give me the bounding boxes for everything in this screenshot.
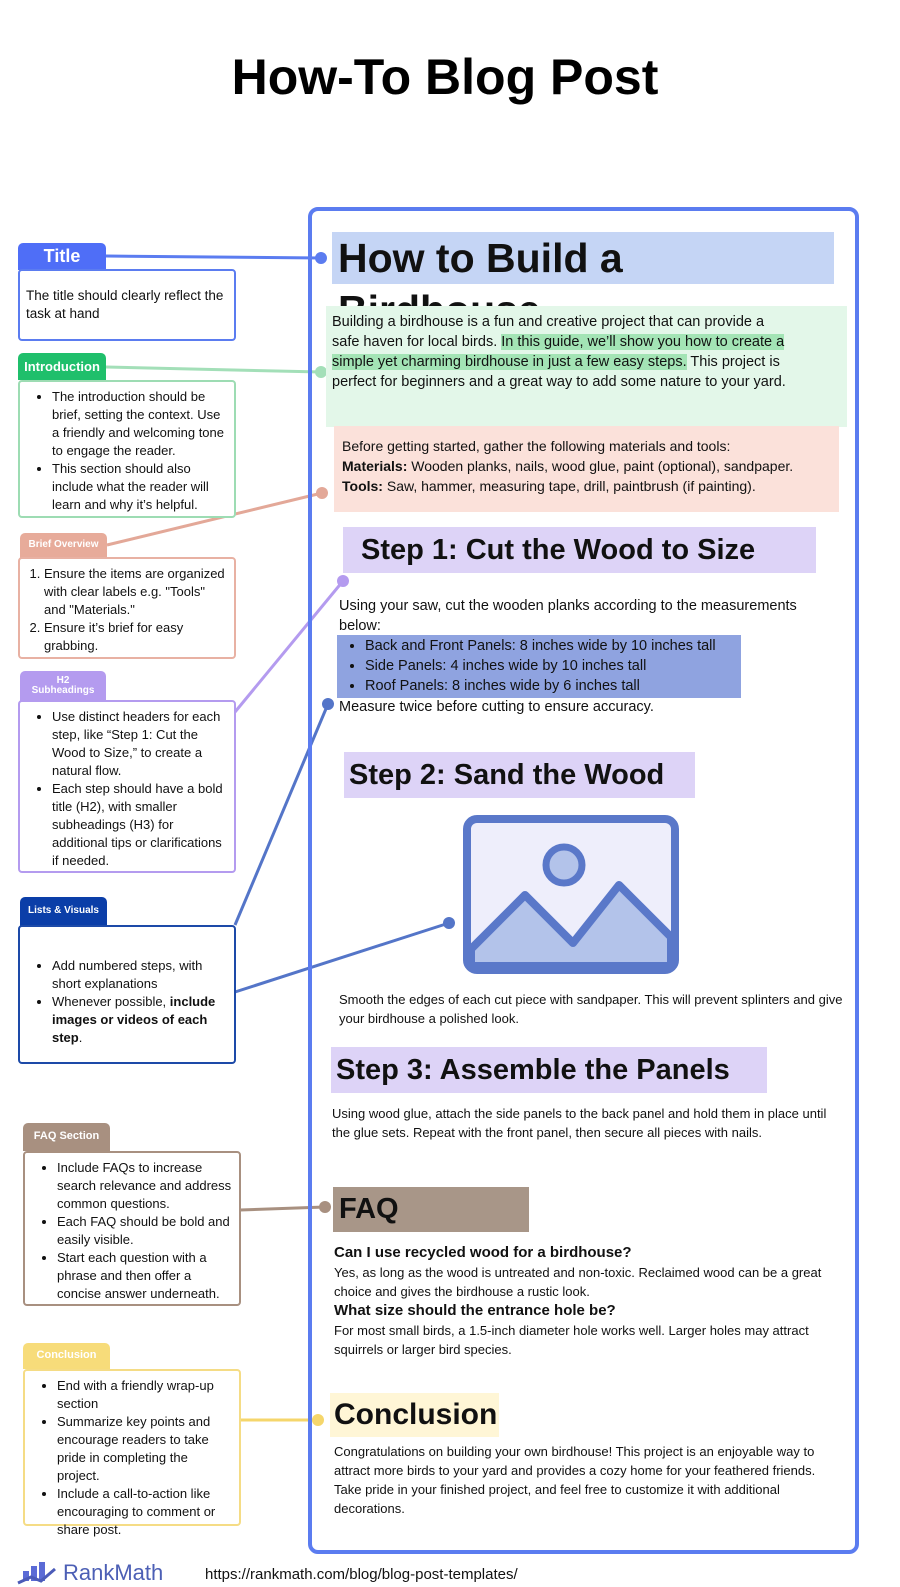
list-item: Side Panels: 4 inches wide by 10 inches … [365,656,741,676]
faq-answer: For most small birds, a 1.5-inch diamete… [334,1323,809,1357]
annotation-title-box: The title should clearly reflect the tas… [18,269,236,341]
connector-intro [105,365,327,378]
text: Saw, hammer, measuring tape, drill, pain… [382,478,756,494]
post-step2-text: Smooth the edges of each cut piece with … [339,992,843,1026]
post-faq-heading: FAQ [333,1187,529,1232]
list-item: Include FAQs to increase search relevanc… [57,1159,233,1213]
annotation-intro-box: The introduction should be brief, settin… [18,380,236,518]
post-step1-text: Using your saw, cut the wooden planks ac… [339,598,797,634]
materials-label: Materials: [342,458,408,474]
annotation-intro-tag: Introduction [18,353,106,380]
post-materials: Before getting started, gather the follo… [334,426,839,512]
annotation-conclusion-box: End with a friendly wrap-up sectionSumma… [23,1369,241,1537]
text: . [78,1030,83,1045]
annotation-conclusion-tag: Conclusion [23,1343,110,1369]
source-url[interactable]: https://rankmath.com/blog/blog-post-temp… [205,1566,518,1583]
list-item: Start each question with a phrase and th… [57,1249,233,1303]
faq-answer: Yes, as long as the wood is untreated an… [334,1265,822,1299]
list-item: Each FAQ should be bold and easily visib… [57,1213,233,1249]
annotation-h2-tag: H2 Subheadings [20,671,106,701]
post-intro: Building a birdhouse is a fun and creati… [326,306,847,427]
list-item: Whenever possible, include images or vid… [52,993,228,1047]
annotation-title-tag: Title [18,243,106,270]
list-item: The introduction should be brief, settin… [52,388,228,460]
post-step2-heading: Step 2: Sand the Wood [344,752,695,798]
list-item: Each step should have a bold title (H2),… [52,780,228,870]
list-item: Add numbered steps, with short explanati… [52,957,228,993]
list-item: Ensure the items are organized with clea… [44,565,228,619]
text: Whenever possible, [52,994,170,1009]
list-item: This section should also include what th… [52,460,228,514]
faq-question: What size should the entrance hole be? [334,1302,616,1319]
list-item: Summarize key points and encourage reade… [57,1413,233,1485]
list-item: Roof Panels: 8 inches wide by 6 inches t… [365,676,741,696]
post-step1-list: Back and Front Panels: 8 inches wide by … [337,635,741,698]
post-step1-tip: Measure twice before cutting to ensure a… [339,699,654,715]
rankmath-logo: RankMath [17,1560,163,1586]
annotation-overview-box: Ensure the items are organized with clea… [18,557,236,659]
tools-label: Tools: [342,478,383,494]
annotation-h2-box: Use distinct headers for each step, like… [18,700,236,873]
annotation-lists-box: Add numbered steps, with short explanati… [18,925,236,1064]
post-faq: Can I use recycled wood for a birdhouse?… [334,1243,839,1359]
post-step3-text: Using wood glue, attach the side panels … [332,1106,827,1140]
list-item: Include a call-to-action like encouragin… [57,1485,233,1539]
brand-name: RankMath [63,1560,164,1585]
post-step1-heading: Step 1: Cut the Wood to Size [343,527,816,573]
connector-title [105,252,327,264]
annotation-faq-tag: FAQ Section [23,1123,110,1151]
list-item: End with a friendly wrap-up section [57,1377,233,1413]
materials-intro: Before getting started, gather the follo… [342,438,731,454]
materials-line: Materials: Wooden planks, nails, wood gl… [342,456,831,476]
post-conclusion-text: Congratulations on building your own bir… [334,1444,816,1516]
image-placeholder-icon [463,815,679,974]
post-step3-heading: Step 3: Assemble the Panels [331,1047,767,1093]
annotation-faq-box: Include FAQs to increase search relevanc… [23,1151,241,1306]
post-conclusion-heading: Conclusion [330,1393,499,1437]
tools-line: Tools: Saw, hammer, measuring tape, dril… [342,476,831,496]
list-item: Ensure it’s brief for easy grabbing. [44,619,228,655]
annotation-text: The title should clearly reflect the tas… [26,288,224,321]
post-h1: How to Build a Birdhouse [332,232,834,333]
annotation-overview-tag: Brief Overview [20,533,107,558]
list-item: Use distinct headers for each step, like… [52,708,228,780]
text: Wooden planks, nails, wood glue, paint (… [407,458,794,474]
annotation-lists-tag: Lists & Visuals [20,897,107,926]
list-item: Back and Front Panels: 8 inches wide by … [365,636,741,656]
rankmath-logo-icon [17,1562,56,1585]
faq-question: Can I use recycled wood for a birdhouse? [334,1244,632,1261]
